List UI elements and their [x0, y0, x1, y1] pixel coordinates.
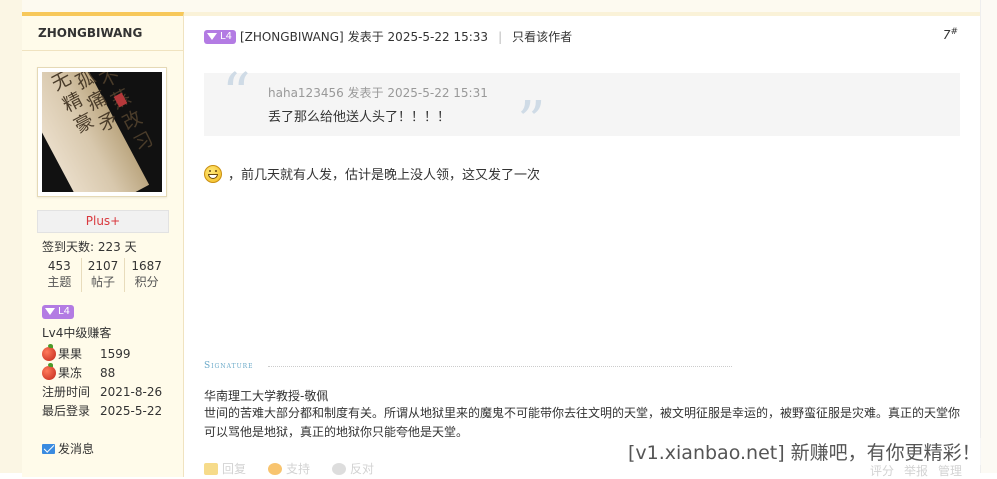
stat-number: 2107 [87, 259, 119, 273]
field-key: 最后登录 [42, 404, 91, 418]
level-badge-text: L4 [58, 305, 70, 317]
signature-label: Signature [204, 361, 254, 371]
support-label: 支持 [286, 462, 311, 476]
stat-posts[interactable]: 2107 帖子 [82, 258, 126, 292]
send-message-link[interactable]: 发消息 [42, 440, 94, 457]
sidebar-level-badge: L4 [42, 304, 74, 319]
support-button[interactable]: 支持 [268, 460, 310, 477]
quote-text: 丢了那么给他送人头了！！！！ [268, 110, 451, 125]
reply-label: 回复 [222, 462, 247, 476]
field-key: 果果 [58, 347, 83, 361]
sign-days: 签到天数: 223 天 [42, 240, 137, 254]
floor-number[interactable]: 7# [943, 27, 958, 42]
stat-number: 453 [47, 259, 71, 273]
quote-open-icon: “ [222, 62, 251, 127]
field-value: 2025-5-22 [100, 404, 163, 418]
stat-threads[interactable]: 453 主题 [38, 258, 82, 292]
field-guodong: 果冻 88 [42, 363, 116, 382]
meta-separator: | [498, 29, 503, 44]
oppose-button[interactable]: 反对 [332, 460, 374, 477]
author-sidebar: ZHONGBIWANG 无 精 豪 孤 痛 矛 不 蒸 改 习 Plus+ 签到… [22, 12, 184, 477]
stat-label: 帖子 [91, 275, 116, 289]
post-meta: L4 [ZHONGBIWANG] 发表于 2025-5-22 15:33 | 只… [204, 28, 572, 45]
stat-label: 主题 [47, 275, 72, 289]
only-author-link[interactable]: 只看该作者 [512, 28, 572, 45]
level-name[interactable]: Lv4中级赚客 [42, 324, 111, 341]
author-link[interactable]: [ZHONGBIWANG] [240, 30, 344, 44]
avatar[interactable]: 无 精 豪 孤 痛 矛 不 蒸 改 习 [37, 67, 167, 197]
sidebar-divider [22, 50, 183, 51]
signature-divider [268, 366, 732, 367]
floor-mark: # [950, 27, 958, 37]
field-value: 88 [100, 366, 116, 380]
field-key: 注册时间 [42, 385, 91, 399]
level-badge-text: L4 [220, 30, 232, 42]
field-value: 1599 [100, 347, 131, 361]
stat-number: 1687 [131, 259, 162, 273]
quote-close-icon: ” [517, 90, 546, 155]
user-group-badge[interactable]: Plus+ [37, 210, 169, 233]
user-stats: 453 主题 2107 帖子 1687 积分 [38, 258, 168, 292]
mail-icon [42, 444, 55, 454]
diamond-icon [45, 308, 55, 315]
quote-block: “ haha123456 发表于 2025-5-22 15:31 丢了那么给他送… [204, 67, 960, 151]
watermark-text: [v1.xianbao.net] 新赚吧，有你更精彩！ [628, 438, 981, 465]
diamond-icon [207, 33, 217, 40]
field-value: 2021-8-26 [100, 385, 163, 399]
grin-emoji-icon [204, 164, 222, 183]
field-guoguo: 果果 1599 [42, 344, 131, 363]
field-register-date: 注册时间 2021-8-26 [42, 383, 162, 401]
apple-icon [42, 363, 56, 380]
post-text: ，前几天就有人发，估计是晚上没人领，这又发了一次 [228, 168, 541, 183]
field-last-login: 最后登录 2025-5-22 [42, 402, 162, 420]
stat-credits[interactable]: 1687 积分 [125, 258, 168, 292]
level-badge: L4 [42, 304, 74, 319]
author-username[interactable]: ZHONGBIWANG [38, 26, 142, 40]
apple-icon [42, 344, 56, 361]
right-gutter [980, 0, 997, 473]
signature-line-1: 华南理工大学教授-敬佩 [204, 389, 329, 403]
left-gutter [0, 0, 22, 473]
oppose-label: 反对 [350, 462, 375, 476]
quote-header: haha123456 发表于 2025-5-22 15:31 [268, 86, 488, 100]
reply-button[interactable]: 回复 [204, 460, 246, 477]
post-content: ，前几天就有人发，估计是晚上没人领，这又发了一次 [204, 164, 540, 183]
post-time: 发表于 2025-5-22 15:33 [347, 30, 489, 44]
post-body: L4 [ZHONGBIWANG] 发表于 2025-5-22 15:33 | 只… [184, 12, 980, 478]
field-key: 果冻 [58, 366, 83, 380]
send-message-label: 发消息 [58, 442, 95, 456]
avatar-image: 无 精 豪 孤 痛 矛 不 蒸 改 习 [42, 72, 162, 192]
post-actions: 回复 支持 反对 [204, 460, 374, 477]
signature-line-2: 世间的苦难大部分都和制度有关。所谓从地狱里来的魔鬼不可能带你去往文明的天堂，被文… [204, 406, 961, 439]
level-badge: L4 [204, 29, 236, 44]
stat-label: 积分 [134, 275, 159, 289]
